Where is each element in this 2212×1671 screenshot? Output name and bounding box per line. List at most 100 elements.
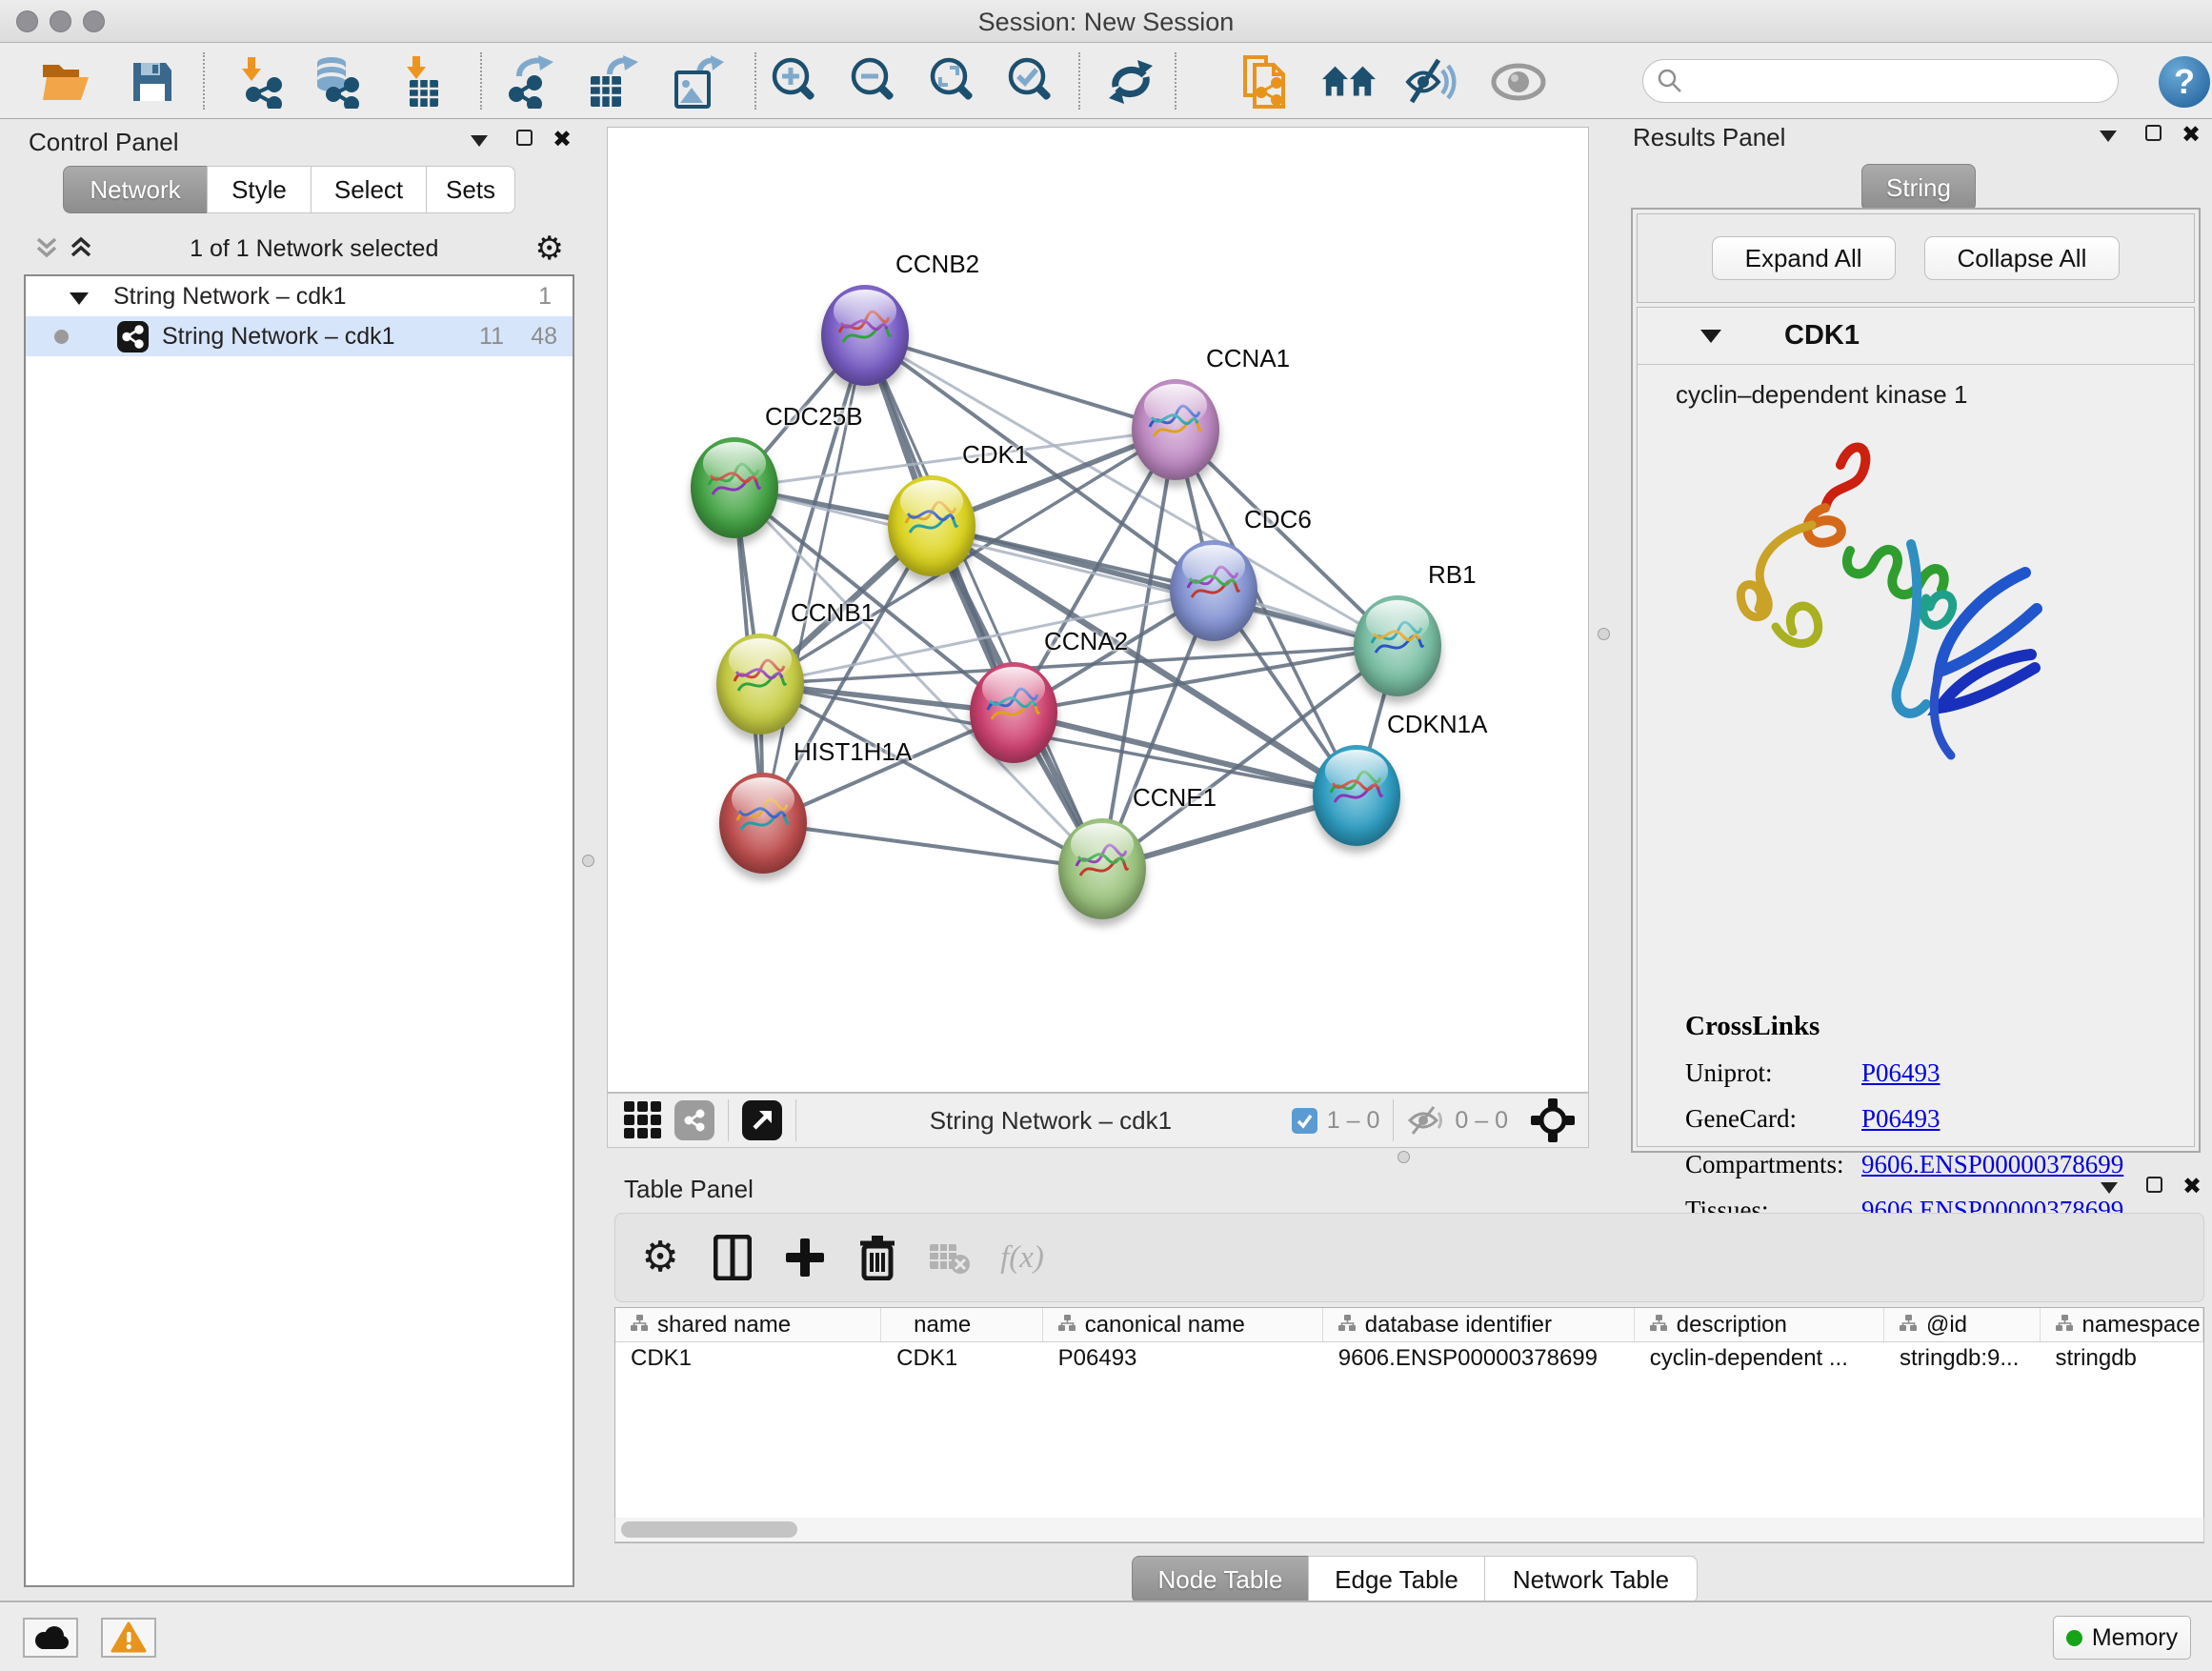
zoom-out-icon[interactable] <box>846 54 901 110</box>
show-columns-icon[interactable] <box>705 1230 760 1285</box>
graphics-details-icon[interactable] <box>1321 54 1377 110</box>
eye-icon[interactable] <box>1491 54 1546 110</box>
import-network-file-icon[interactable] <box>233 54 289 110</box>
table-cell[interactable]: stringdb <box>2041 1342 2204 1377</box>
tab-string[interactable]: String <box>1861 164 1976 211</box>
panel-close-icon[interactable]: ✖ <box>2182 123 2201 146</box>
network-collection-row[interactable]: String Network – cdk1 1 <box>26 276 573 316</box>
card-expander-icon[interactable] <box>1700 330 1721 343</box>
zoom-in-icon[interactable] <box>767 54 822 110</box>
export-network-icon[interactable] <box>505 54 560 110</box>
table-cell[interactable]: P06493 <box>1043 1342 1323 1377</box>
table-cell[interactable]: CDK1 <box>615 1342 881 1377</box>
toolbar-divider <box>795 1099 796 1141</box>
tab-sets[interactable]: Sets <box>426 166 515 213</box>
warnings-button[interactable] <box>101 1618 156 1658</box>
import-network-database-icon[interactable] <box>308 54 363 110</box>
bottom-splitter-handle[interactable] <box>1398 1151 1410 1163</box>
network-edge[interactable] <box>865 335 1102 869</box>
import-table-file-icon[interactable] <box>396 54 452 110</box>
open-session-icon[interactable] <box>38 54 93 110</box>
network-row-selected[interactable]: String Network – cdk1 11 48 <box>26 316 573 356</box>
network-node-cdc6[interactable] <box>1170 540 1257 641</box>
tab-network[interactable]: Network <box>63 166 208 213</box>
column-header--id[interactable]: @id <box>1884 1308 2041 1341</box>
add-column-icon[interactable] <box>777 1230 833 1285</box>
network-node-cdc25b[interactable] <box>691 437 778 538</box>
network-canvas[interactable]: CCNB2CCNA1CDC25BCDK1CDC6RB1CCNB1CCNA2CDK… <box>607 127 1589 1093</box>
network-node-rb1[interactable] <box>1354 595 1441 696</box>
birdseye-navigator-icon[interactable] <box>1531 1098 1575 1142</box>
network-node-ccna2[interactable] <box>970 662 1057 763</box>
search-input[interactable] <box>1683 62 2118 100</box>
tab-style[interactable]: Style <box>207 166 312 213</box>
zoom-fit-icon[interactable] <box>925 54 980 110</box>
export-image-icon[interactable] <box>670 54 725 110</box>
toolbar-divider <box>1078 52 1080 110</box>
delete-column-trash-icon[interactable] <box>850 1230 905 1285</box>
open-in-new-window-icon[interactable] <box>742 1100 782 1140</box>
network-node-ccne1[interactable] <box>1058 818 1146 919</box>
network-node-ccnb1[interactable] <box>716 634 804 735</box>
network-edge[interactable] <box>865 335 1176 430</box>
search-box[interactable] <box>1642 59 2119 103</box>
tab-select[interactable]: Select <box>311 166 427 213</box>
panel-float-icon[interactable] <box>2145 125 2162 141</box>
table-cell[interactable]: CDK1 <box>881 1342 1043 1377</box>
view-grid-icon[interactable] <box>623 1100 663 1140</box>
network-node-ccna1[interactable] <box>1132 379 1219 480</box>
column-header-shared-name[interactable]: shared name <box>615 1308 881 1341</box>
cdk1-card-header[interactable]: CDK1 <box>1638 308 2194 365</box>
panel-float-icon[interactable] <box>2146 1177 2162 1193</box>
panel-float-icon[interactable] <box>516 130 533 146</box>
table-horizontal-scrollbar[interactable] <box>614 1518 2204 1542</box>
table-cell[interactable]: 9606.ENSP00000378699 <box>1323 1342 1635 1377</box>
network-node-hist1h1a[interactable] <box>719 773 807 874</box>
save-session-icon[interactable] <box>125 54 180 110</box>
panel-menu-icon[interactable] <box>471 135 488 147</box>
string-network-badge-icon[interactable] <box>674 1100 714 1140</box>
collapse-all-networks-icon[interactable] <box>34 235 59 262</box>
network-edge[interactable] <box>932 526 1398 646</box>
crosslink-link[interactable]: P06493 <box>1861 1104 1941 1134</box>
column-header-description[interactable]: description <box>1635 1308 1884 1341</box>
collapse-all-button[interactable]: Collapse All <box>1924 236 2121 280</box>
column-header-name[interactable]: name <box>881 1308 1043 1341</box>
node-table-data-row[interactable]: CDK1CDK1P064939606.ENSP00000378699cyclin… <box>615 1342 2203 1377</box>
table-cell[interactable]: cyclin-dependent ... <box>1635 1342 1884 1377</box>
hide-annotations-icon[interactable] <box>1404 54 1459 110</box>
help-button[interactable]: ? <box>2159 56 2210 108</box>
left-splitter-handle[interactable] <box>582 855 594 867</box>
panel-menu-icon[interactable] <box>2101 1182 2118 1194</box>
cloud-services-button[interactable] <box>23 1618 78 1658</box>
memory-button[interactable]: Memory <box>2053 1616 2191 1660</box>
panel-menu-icon[interactable] <box>2100 131 2117 142</box>
panel-close-icon[interactable]: ✖ <box>553 128 572 151</box>
clone-network-icon[interactable] <box>1238 54 1294 110</box>
network-edge[interactable] <box>763 823 1102 869</box>
table-settings-gear-icon[interactable]: ⚙ <box>633 1230 688 1285</box>
network-node-cdkn1a[interactable] <box>1313 745 1400 846</box>
column-header-database-identifier[interactable]: database identifier <box>1323 1308 1635 1341</box>
column-header-canonical-name[interactable]: canonical name <box>1043 1308 1323 1341</box>
column-header-namespace[interactable]: namespace <box>2041 1308 2204 1341</box>
scrollbar-thumb[interactable] <box>621 1521 797 1538</box>
selected-checkbox[interactable] <box>1292 1108 1317 1134</box>
table-cell[interactable]: stringdb:9... <box>1884 1342 2041 1377</box>
tab-network-table[interactable]: Network Table <box>1484 1556 1698 1603</box>
network-node-cdk1[interactable] <box>888 475 975 576</box>
network-node-ccnb2[interactable] <box>821 285 909 386</box>
panel-close-icon[interactable]: ✖ <box>2182 1175 2202 1198</box>
expand-all-button[interactable]: Expand All <box>1712 236 1896 280</box>
expand-all-networks-icon[interactable] <box>69 235 93 262</box>
right-splitter-handle[interactable] <box>1598 628 1610 640</box>
collection-expander-icon[interactable] <box>70 292 89 305</box>
network-options-gear-icon[interactable]: ⚙ <box>535 232 564 265</box>
refresh-icon[interactable] <box>1103 54 1158 110</box>
hidden-eye-icon[interactable] <box>1407 1105 1445 1136</box>
tab-edge-table[interactable]: Edge Table <box>1308 1556 1485 1603</box>
tab-node-table[interactable]: Node Table <box>1132 1556 1309 1603</box>
export-table-icon[interactable] <box>584 54 639 110</box>
zoom-selected-icon[interactable] <box>1003 54 1058 110</box>
crosslink-link[interactable]: P06493 <box>1861 1058 1941 1088</box>
